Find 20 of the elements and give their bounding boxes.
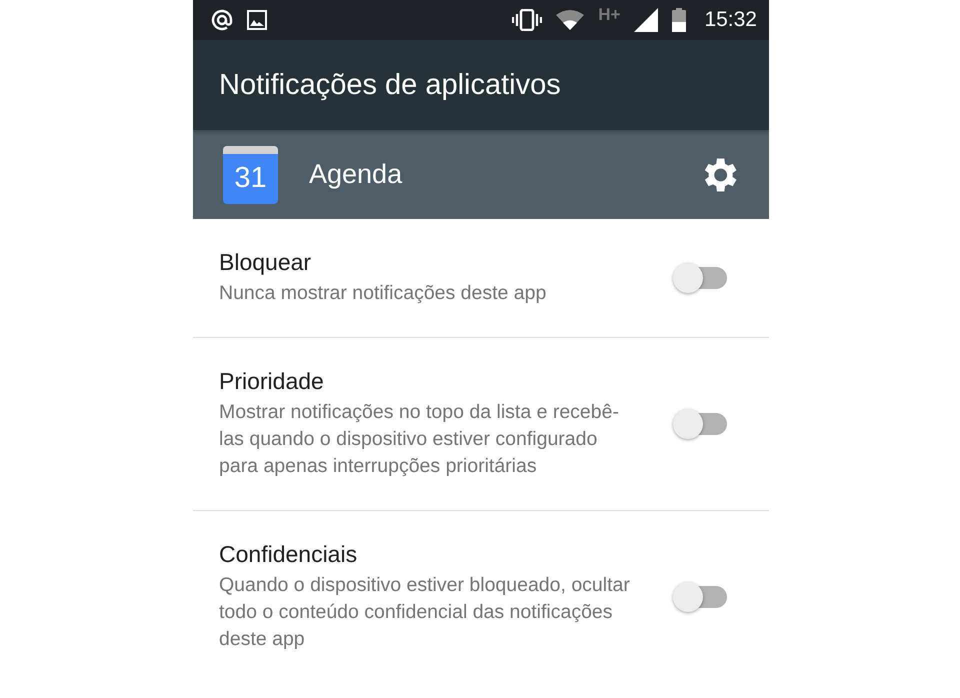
signal-icon <box>634 8 658 32</box>
calendar-icon: 31 <box>223 146 278 204</box>
screen-title: Notificações de aplicativos <box>219 68 561 102</box>
setting-title: Confidenciais <box>219 541 358 568</box>
battery-icon <box>672 8 686 32</box>
setting-title: Bloquear <box>219 249 312 276</box>
setting-title: Prioridade <box>219 368 325 395</box>
at-sign-icon <box>211 9 233 31</box>
setting-description: Quando o dispositivo estiver bloqueado, ocultar todo o conteúdo confidencial das notificações deste app <box>219 573 631 652</box>
toggle-switch[interactable] <box>673 263 729 293</box>
setting-description: Mostrar notificações no topo da lista e recebê-las quando o dispositivo estiver configurado para apenas interrupções prioritárias <box>219 400 620 479</box>
setting-description: Nunca mostrar notificações deste app <box>219 281 548 306</box>
toggle-switch[interactable] <box>673 409 729 439</box>
image-icon <box>247 10 267 30</box>
network-type: H+ <box>598 5 620 25</box>
app-name: Agenda <box>309 159 404 190</box>
vibrate-icon <box>512 9 542 31</box>
wifi-icon <box>556 9 584 31</box>
clock: 15:32 <box>704 8 757 32</box>
toggle-switch[interactable] <box>673 582 729 612</box>
